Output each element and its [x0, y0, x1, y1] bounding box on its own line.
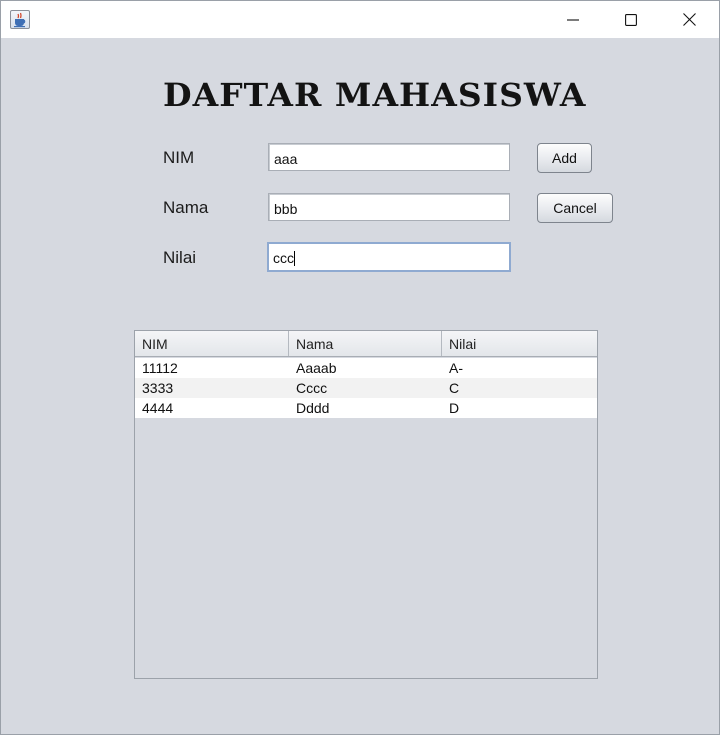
nilai-label: Nilai	[163, 248, 197, 267]
nama-field[interactable]: bbb	[268, 193, 510, 221]
column-header-nim[interactable]: NIM	[135, 331, 289, 356]
nim-label: NIM	[163, 148, 195, 167]
table-cell-nilai: A-	[449, 360, 463, 376]
text-caret	[294, 251, 295, 266]
table-cell-nama: Aaaab	[296, 360, 337, 376]
table-cell-nilai: D	[449, 400, 460, 416]
student-table[interactable]: NIM Nama Nilai 11112 Aaaab A- 3333 Cccc …	[134, 330, 598, 679]
add-button[interactable]: Add	[537, 143, 592, 173]
title-bar[interactable]	[1, 1, 719, 38]
app-window: DAFTAR MAHASISWA NIM aaa Add Nama bbb Ca…	[0, 0, 720, 735]
column-header-nilai[interactable]: Nilai	[442, 331, 597, 356]
close-icon	[682, 13, 696, 26]
form-panel: DAFTAR MAHASISWA NIM aaa Add Nama bbb Ca…	[1, 38, 719, 734]
table-cell-nama: Cccc	[296, 380, 328, 396]
table-cell-nim: 11112	[142, 360, 178, 376]
maximize-icon	[625, 13, 637, 26]
table-cell-nilai: C	[449, 380, 460, 396]
table-row[interactable]: 4444 Dddd D	[135, 398, 597, 418]
column-header-nama[interactable]: Nama	[289, 331, 442, 356]
close-button[interactable]	[660, 1, 718, 38]
minimize-icon	[567, 18, 579, 21]
java-cup-icon[interactable]	[10, 10, 30, 29]
nama-label: Nama	[163, 198, 209, 217]
table-cell-nim: 4444	[142, 400, 174, 416]
nilai-field[interactable]: ccc	[267, 242, 511, 272]
table-header: NIM Nama Nilai	[135, 331, 597, 357]
table-cell-nim: 3333	[142, 380, 174, 396]
minimize-button[interactable]	[544, 1, 602, 38]
table-cell-nama: Dddd	[296, 400, 330, 416]
nilai-field-value: ccc	[273, 250, 294, 266]
table-body: 11112 Aaaab A- 3333 Cccc C 4444 Dddd D	[135, 358, 597, 418]
table-row[interactable]: 3333 Cccc C	[135, 378, 597, 398]
cancel-button[interactable]: Cancel	[537, 193, 613, 223]
page-title: DAFTAR MAHASISWA	[163, 76, 587, 114]
maximize-button[interactable]	[602, 1, 660, 38]
table-row[interactable]: 11112 Aaaab A-	[135, 358, 597, 378]
nim-field[interactable]: aaa	[268, 143, 510, 171]
